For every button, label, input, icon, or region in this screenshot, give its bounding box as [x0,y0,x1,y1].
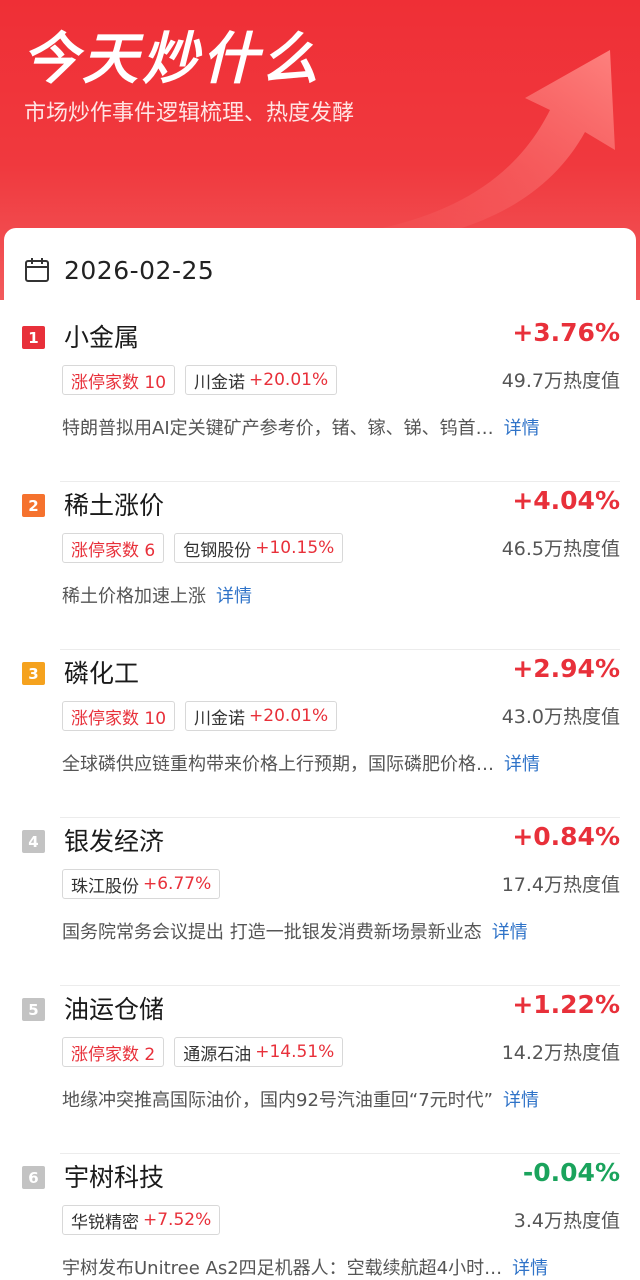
topic-description: 宇树发布Unitree As2四足机器人：空载续航超4小时… [62,1258,503,1279]
detail-link[interactable]: 详情 [503,1086,539,1112]
topic-name[interactable]: 银发经济 [64,822,164,858]
heat-value: 43.0万热度值 [501,706,620,728]
topic-description: 国务院常务会议提出 打造一批银发消费新场景新业态 [62,922,482,943]
topic-description: 稀土价格加速上涨 [62,586,206,607]
detail-link[interactable]: 详情 [504,414,540,440]
date-label[interactable]: 2026-02-25 [64,256,214,285]
topic-change: +2.94% [512,654,620,683]
heat-value: 49.7万热度值 [501,370,620,392]
stock-name: 川金诺 [194,708,246,729]
tag-group: 涨停家数 6 包钢股份 +10.15% [62,533,353,563]
stock-name: 华锐精密 [71,1212,139,1233]
tag-group: 涨停家数 10 川金诺 +20.01% [62,365,347,395]
topic-name[interactable]: 磷化工 [64,654,139,690]
limit-up-count-tag[interactable]: 涨停家数 10 [62,701,176,731]
rank-badge: 2 [22,494,45,517]
topic-name[interactable]: 小金属 [64,318,139,354]
detail-link[interactable]: 详情 [216,582,252,608]
stock-name: 珠江股份 [71,876,139,897]
tag-group: 华锐精密 +7.52% [62,1205,230,1235]
topic-item[interactable]: 5 油运仓储 +1.22% 涨停家数 2 通源石油 +14.51% 14.2万热度值地缘冲突… [4,986,636,1154]
limit-up-count-tag[interactable]: 涨停家数 2 [62,1037,165,1067]
rank-badge: 1 [22,326,45,349]
page-title: 今天炒什么 [22,27,322,92]
leading-stock-tag[interactable]: 包钢股份 +10.15% [174,533,344,563]
topic-description: 特朗普拟用AI定关键矿产参考价，锗、镓、锑、钨首… [62,418,494,439]
topic-item[interactable]: 4 银发经济 +0.84% 珠江股份 +6.77% 17.4万热度值国务院常务会议提出 打… [4,818,636,986]
leading-stock-tag[interactable]: 通源石油 +14.51% [174,1037,344,1067]
topic-name[interactable]: 稀土涨价 [64,486,164,522]
stock-change: +10.15% [255,538,335,558]
topic-item[interactable]: 3 磷化工 +2.94% 涨停家数 10 川金诺 +20.01% 43.0万热度值全球磷供应… [4,650,636,818]
topic-change: +1.22% [512,990,620,1019]
rank-badge: 5 [22,998,45,1021]
detail-link[interactable]: 详情 [504,750,540,776]
detail-link[interactable]: 详情 [512,1254,548,1280]
heat-value: 3.4万热度值 [513,1210,620,1232]
tag-group: 涨停家数 2 通源石油 +14.51% [62,1037,353,1067]
topic-description: 地缘冲突推高国际油价，国内92号汽油重回“7元时代” [62,1090,494,1111]
topic-item[interactable]: 6 宇树科技 -0.04% 华锐精密 +7.52% 3.4万热度值宇树发布Unitree … [4,1154,636,1280]
topic-item[interactable]: 1 小金属 +3.76% 涨停家数 10 川金诺 +20.01% 49.7万热度值特朗普拟用… [4,314,636,482]
stock-change: +7.52% [143,1210,212,1230]
heat-value: 14.2万热度值 [501,1042,620,1064]
leading-stock-tag[interactable]: 川金诺 +20.01% [185,365,338,395]
topic-change: +3.76% [512,318,620,347]
stock-change: +6.77% [143,874,212,894]
stock-name: 包钢股份 [183,540,252,561]
topic-item[interactable]: 2 稀土涨价 +4.04% 涨停家数 6 包钢股份 +10.15% 46.5万热度值稀土价格… [4,482,636,650]
topic-description: 全球磷供应链重构带来价格上行预期，国际磷肥价格… [62,754,494,775]
heat-value: 17.4万热度值 [501,874,620,896]
topic-name[interactable]: 宇树科技 [64,1158,164,1194]
detail-link[interactable]: 详情 [492,918,528,944]
stock-change: +20.01% [249,370,329,390]
rank-badge: 4 [22,830,45,853]
leading-stock-tag[interactable]: 珠江股份 +6.77% [62,869,221,899]
topic-change: +0.84% [512,822,620,851]
limit-up-count-tag[interactable]: 涨停家数 10 [62,365,176,395]
rank-badge: 6 [22,1166,45,1189]
leading-stock-tag[interactable]: 华锐精密 +7.52% [62,1205,221,1235]
date-row: 2026-02-25 [24,254,214,286]
rising-arrow-icon [300,50,615,250]
tag-group: 涨停家数 10 川金诺 +20.01% [62,701,347,731]
limit-up-count-tag[interactable]: 涨停家数 6 [62,533,165,563]
topic-change: +4.04% [512,486,620,515]
tag-group: 珠江股份 +6.77% [62,869,230,899]
topic-name[interactable]: 油运仓储 [64,990,164,1026]
topic-list-card: 2026-02-25 1 小金属 +3.76% 涨停家数 10 川金诺 +20.01% 49… [4,228,636,1280]
heat-value: 46.5万热度值 [501,538,620,560]
topic-change: -0.04% [522,1158,620,1187]
page-subtitle: 市场炒作事件逻辑梳理、热度发酵 [24,101,355,126]
calendar-icon[interactable] [24,257,50,283]
leading-stock-tag[interactable]: 川金诺 +20.01% [185,701,338,731]
stock-change: +14.51% [255,1042,335,1062]
rank-badge: 3 [22,662,45,685]
stock-change: +20.01% [249,706,329,726]
stock-name: 川金诺 [194,372,246,393]
stock-name: 通源石油 [183,1044,252,1065]
